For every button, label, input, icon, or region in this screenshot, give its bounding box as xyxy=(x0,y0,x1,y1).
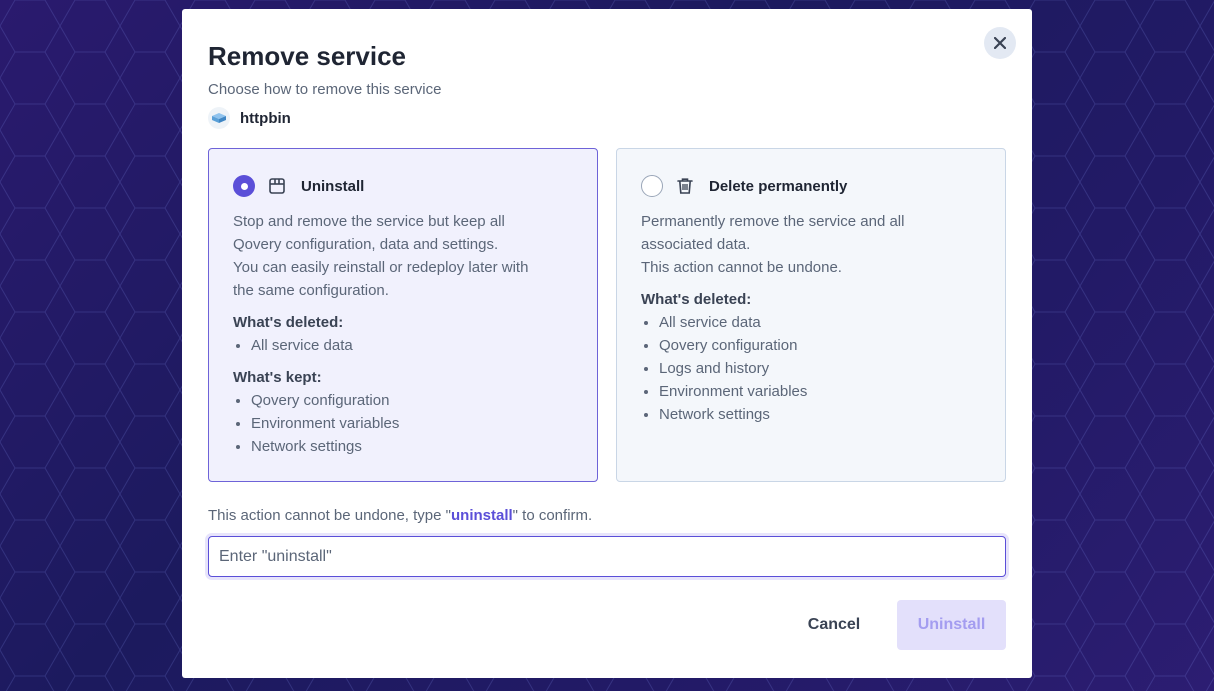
list-item: Qovery configuration xyxy=(641,334,981,357)
list-item: All service data xyxy=(233,334,573,357)
description-line: Permanently remove the service and all xyxy=(641,213,905,230)
kept-list: Qovery configuration Environment variabl… xyxy=(233,389,573,458)
option-delete-permanently-card[interactable]: Delete permanently Permanently remove th… xyxy=(616,148,1006,482)
modal-subtitle: Choose how to remove this service xyxy=(208,81,442,98)
close-button[interactable] xyxy=(984,27,1016,59)
option-uninstall-card[interactable]: Uninstall Stop and remove the service bu… xyxy=(208,148,598,482)
list-item: Qovery configuration xyxy=(233,389,573,412)
list-item: All service data xyxy=(641,311,981,334)
description-line: You can easily reinstall or redeploy lat… xyxy=(233,259,529,276)
confirm-keyword: uninstall xyxy=(451,507,513,524)
description-line: the same configuration. xyxy=(233,282,389,299)
service-name: httpbin xyxy=(240,109,291,127)
option-label: Uninstall xyxy=(301,177,365,195)
service-identity: httpbin xyxy=(208,107,291,129)
confirm-input[interactable] xyxy=(208,536,1006,577)
option-description: Permanently remove the service and all a… xyxy=(641,210,981,279)
list-item: Environment variables xyxy=(233,412,573,435)
option-description: Stop and remove the service but keep all… xyxy=(233,210,573,302)
deleted-heading: What's deleted: xyxy=(233,314,344,331)
deleted-list: All service data Qovery configuration Lo… xyxy=(641,311,981,426)
close-icon xyxy=(994,37,1006,49)
modal-title: Remove service xyxy=(208,41,407,71)
description-line: Qovery configuration, data and settings. xyxy=(233,236,499,253)
description-line: Stop and remove the service but keep all xyxy=(233,213,505,230)
deleted-list: All service data xyxy=(233,334,573,357)
deleted-heading: What's deleted: xyxy=(641,291,752,308)
uninstall-submit-button[interactable]: Uninstall xyxy=(897,600,1006,650)
confirm-instruction: This action cannot be undone, type "unin… xyxy=(208,507,592,524)
description-line: associated data. xyxy=(641,236,751,253)
description-line: This action cannot be undone. xyxy=(641,259,842,276)
delete-permanently-radio[interactable] xyxy=(641,175,663,197)
cancel-button[interactable]: Cancel xyxy=(788,600,880,650)
uninstall-radio[interactable] xyxy=(233,175,255,197)
list-item: Logs and history xyxy=(641,357,981,380)
option-label: Delete permanently xyxy=(709,177,848,195)
trash-icon xyxy=(675,176,695,196)
service-logo-icon xyxy=(208,107,230,129)
box-icon xyxy=(267,176,287,196)
kept-heading: What's kept: xyxy=(233,369,322,386)
list-item: Network settings xyxy=(641,403,981,426)
remove-service-modal: Remove service Choose how to remove this… xyxy=(182,9,1032,678)
confirm-suffix: " to confirm. xyxy=(512,507,593,524)
confirm-prefix: This action cannot be undone, type " xyxy=(208,507,451,524)
list-item: Network settings xyxy=(233,435,573,458)
list-item: Environment variables xyxy=(641,380,981,403)
